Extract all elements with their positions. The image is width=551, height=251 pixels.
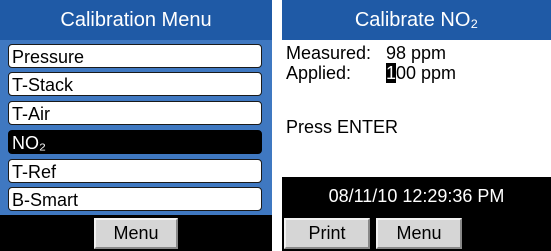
menu-item-t-ref[interactable]: T-Ref	[8, 159, 262, 183]
datetime: 08/11/10 12:29:36 PM	[328, 185, 505, 206]
calibration-menu-screen: Calibration Menu Pressure T-Stack T-Air …	[0, 0, 272, 251]
instruction-text: Press ENTER	[286, 117, 399, 137]
measured-row: Measured: 98 ppm	[286, 43, 446, 63]
calibration-menu-list: Pressure T-Stack T-Air NO₂ T-Ref B-Smart	[0, 40, 272, 215]
menu-softkey[interactable]: Menu	[94, 218, 178, 249]
applied-row: Applied: 100 ppm	[286, 63, 456, 83]
calibration-content: Measured: 98 ppm Applied: 100 ppm Press EN…	[282, 40, 551, 177]
applied-label: Applied:	[286, 63, 352, 83]
screen-title: Calibrate NO₂	[354, 8, 479, 31]
datetime-bar: 08/11/10 12:29:36 PM	[282, 177, 551, 215]
applied-value-rest: 00 ppm	[396, 63, 457, 83]
menu-softkey[interactable]: Menu	[376, 218, 462, 249]
calibrate-no2-screen: Calibrate NO₂ Measured: 98 ppm Applied: 10…	[282, 0, 551, 251]
applied-cursor-digit[interactable]: 1	[386, 63, 397, 83]
menu-item-pressure[interactable]: Pressure	[8, 44, 262, 68]
print-softkey[interactable]: Print	[284, 218, 370, 249]
menu-item-b-smart[interactable]: B-Smart	[8, 187, 262, 211]
calibrate-no2-title: Calibrate NO₂	[282, 0, 551, 41]
menu-item-t-air[interactable]: T-Air	[8, 101, 262, 125]
softkey-bar: Print Menu	[282, 215, 551, 251]
measured-value: 98 ppm	[386, 43, 447, 63]
calibration-menu-title: Calibration Menu	[0, 0, 272, 41]
measured-label: Measured:	[286, 43, 372, 63]
menu-item-t-stack[interactable]: T-Stack	[8, 72, 262, 96]
menu-item-no2[interactable]: NO₂	[8, 130, 262, 154]
screen-title: Calibration Menu	[60, 8, 212, 31]
softkey-bar: Menu	[0, 215, 272, 251]
